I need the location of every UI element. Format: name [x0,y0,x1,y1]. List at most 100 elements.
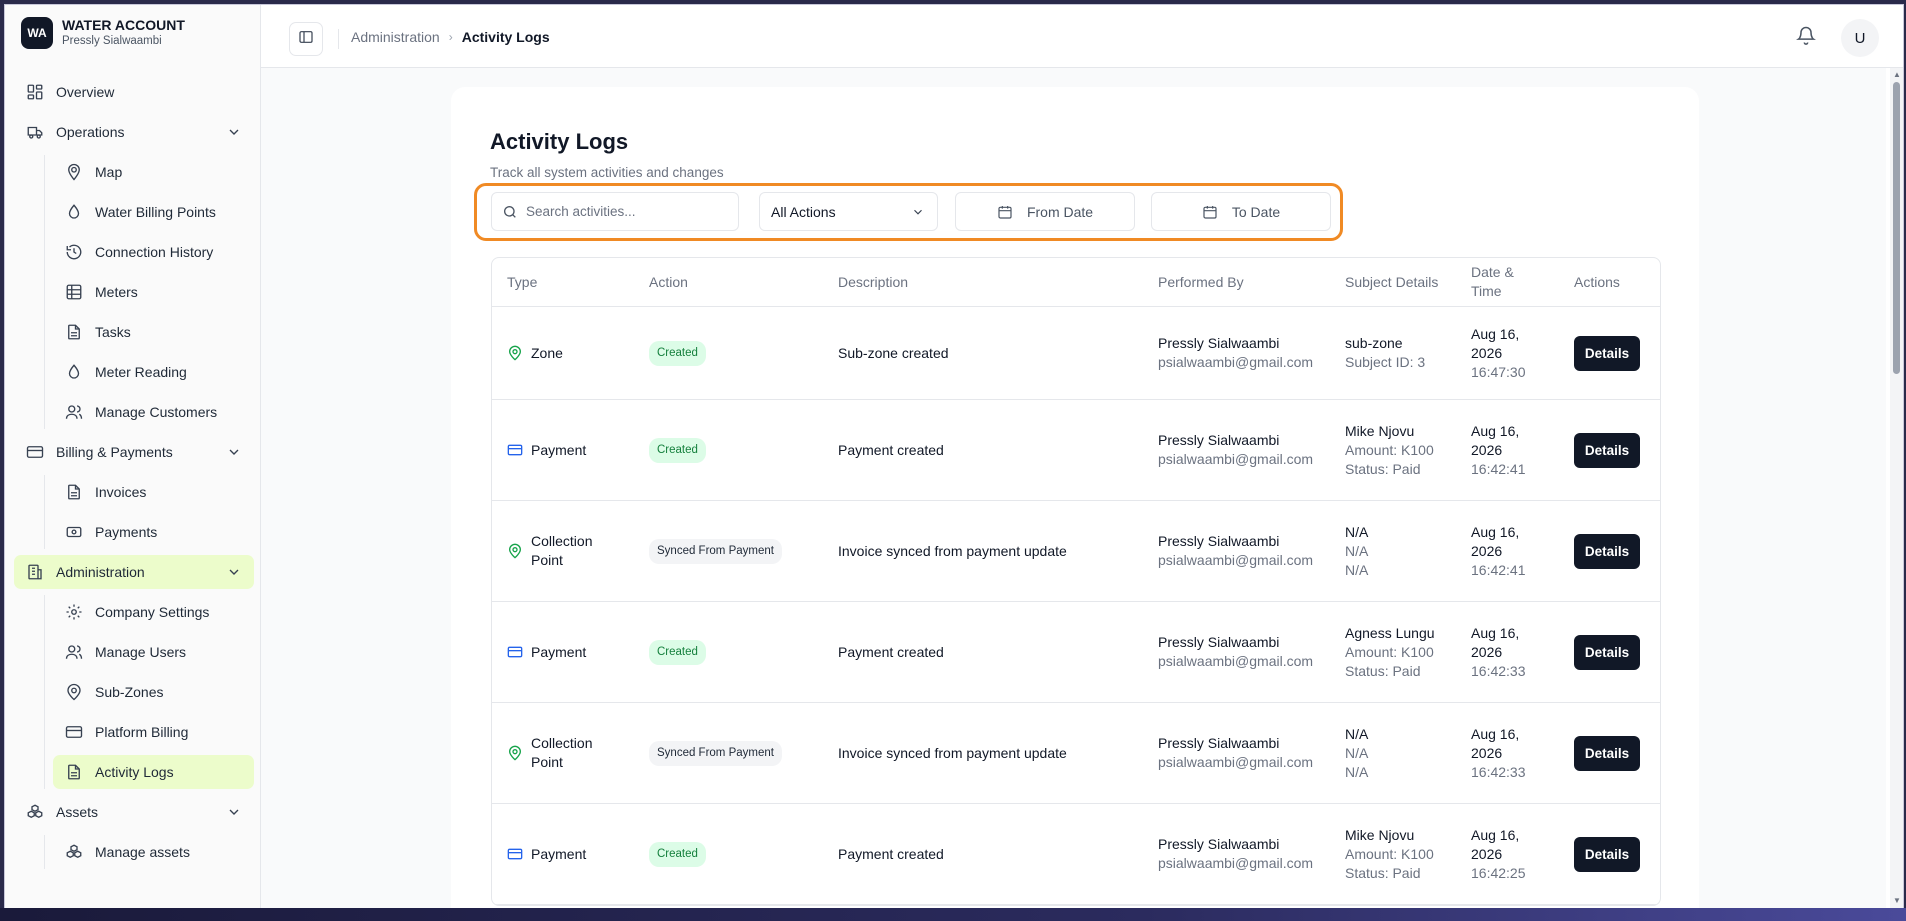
search-input[interactable] [524,203,728,220]
performer-name: Pressly Sialwaambi [1158,735,1280,751]
details-button[interactable]: Details [1574,836,1640,872]
sidebar-item-manage-customers[interactable]: Manage Customers [53,395,254,429]
details-button[interactable]: Details [1574,533,1640,569]
actions-cell: Details [1559,803,1660,905]
sidebar-item-payments[interactable]: Payments [53,515,254,549]
action-cell: Created [634,306,823,400]
scroll-down-icon[interactable]: ▼ [1893,896,1901,905]
performed-by-cell: Pressly Sialwaambi psialwaambi@gmail.com [1143,601,1330,703]
breadcrumb-parent[interactable]: Administration [351,29,440,45]
sidebar-group-operations[interactable]: Operations [14,115,254,149]
file-text-icon [65,323,83,341]
action-filter-select[interactable]: All Actions [759,192,938,231]
credit-card-icon [507,846,523,862]
sidebar-item-connection-history[interactable]: Connection History [53,235,254,269]
table-body: Zone Created Sub-zone created Pressly Sialw… [492,306,1660,905]
details-button[interactable]: Details [1574,634,1640,670]
datetime-cell: Aug 16, 2026 16:42:33 [1456,702,1559,804]
sidebar-item-sub-zones[interactable]: Sub-Zones [53,675,254,709]
droplet-icon [65,363,83,381]
banknote-icon [65,523,83,541]
boxes-icon [65,843,83,861]
activity-table: Type Action Description Performed By Sub… [491,257,1661,906]
map-pin-user-icon [65,163,83,181]
sidebar-item-label: Platform Billing [95,724,189,740]
sidebar-group-assets[interactable]: Assets [14,795,254,829]
sidebar-item-map[interactable]: Map [53,155,254,189]
sidebar-item-meter-reading[interactable]: Meter Reading [53,355,254,389]
sidebar-item-company-settings[interactable]: Company Settings [53,595,254,629]
search-field[interactable] [491,192,739,231]
type-label: Zone [531,344,563,361]
credit-card-icon [65,723,83,741]
description-cell: Payment created [823,803,1143,905]
droplet-icon [65,203,83,221]
subject-cell: Agness Lungu Amount: K100 Status: Paid [1330,601,1456,703]
performer-email: psialwaambi@gmail.com [1158,855,1314,871]
details-button[interactable]: Details [1574,432,1640,468]
performer-name: Pressly Sialwaambi [1158,634,1280,650]
subject-detail-line: Amount: K100 [1345,441,1434,458]
table-row: Zone Created Sub-zone created Pressly Sialw… [492,306,1660,400]
type-label: Collection Point [531,735,593,770]
sidebar-item-label: Manage assets [95,844,190,860]
type-cell: Payment [492,803,634,905]
chevron-down-icon [226,804,242,820]
brand[interactable]: WA WATER ACCOUNT Pressly Sialwaambi [21,17,185,49]
subject-detail-line: N/A [1345,744,1369,761]
time-value: 16:42:33 [1471,763,1526,780]
subject-detail-line: sub-zone [1345,335,1403,351]
sidebar-nav: Overview Operations Map Water Billing Po… [14,75,254,875]
sidebar-item-invoices[interactable]: Invoices [53,475,254,509]
desktop-taskbar-edge [0,908,1906,921]
scroll-thumb[interactable] [1893,82,1900,374]
chevron-down-icon [226,564,242,580]
action-badge: Synced From Payment [649,538,782,564]
performer-email: psialwaambi@gmail.com [1158,552,1314,568]
details-button[interactable]: Details [1574,735,1640,771]
brand-user: Pressly Sialwaambi [62,35,162,47]
subject-detail-line: Subject ID: 3 [1345,354,1426,370]
administration-submenu: Company Settings Manage Users Sub-Zones … [44,595,254,789]
table-row: Payment Created Payment created Pressly Sia… [492,399,1660,501]
gear-icon [65,603,83,621]
scroll-up-icon[interactable]: ▲ [1893,70,1901,79]
table-row: Collection Point Synced From Payment Invoi… [492,702,1660,804]
datetime-cell: Aug 16, 2026 16:47:30 [1456,306,1559,400]
sidebar-group-label: Billing & Payments [56,444,173,460]
sidebar-item-meters[interactable]: Meters [53,275,254,309]
sidebar-item-label: Meters [95,284,138,300]
date-value: Aug 16, 2026 [1471,826,1520,862]
page-scrollbar[interactable]: ▲ ▼ [1890,68,1903,909]
sidebar-item-water-billing-points[interactable]: Water Billing Points [53,195,254,229]
layout-grid-icon [26,83,44,101]
sidebar-item-platform-billing[interactable]: Platform Billing [53,715,254,749]
operations-submenu: Map Water Billing Points Connection Hist… [44,155,254,429]
sidebar-item-manage-assets[interactable]: Manage assets [53,835,254,869]
subject-detail-line: Amount: K100 [1345,845,1434,862]
from-date-button[interactable]: From Date [955,192,1135,231]
sidebar-item-overview[interactable]: Overview [14,75,254,109]
sidebar-item-activity-logs[interactable]: Activity Logs [53,755,254,789]
sidebar-group-billing[interactable]: Billing & Payments [14,435,254,469]
time-value: 16:42:41 [1471,561,1526,578]
sidebar-item-label: Manage Users [95,644,187,660]
time-value: 16:42:25 [1471,864,1526,881]
to-date-button[interactable]: To Date [1151,192,1331,231]
action-badge: Synced From Payment [649,740,782,766]
page-title: Activity Logs [490,129,629,154]
breadcrumb: Administration › Activity Logs [351,29,550,45]
subject-detail-line: N/A [1345,763,1369,780]
search-icon [502,204,518,220]
sidebar-item-tasks[interactable]: Tasks [53,315,254,349]
sidebar-group-administration[interactable]: Administration [14,555,254,589]
sidebar-item-manage-users[interactable]: Manage Users [53,635,254,669]
date-value: Aug 16, 2026 [1471,624,1520,660]
sidebar-toggle-button[interactable] [289,22,323,56]
subject-detail-line: N/A [1345,542,1369,559]
chevron-right-icon: › [448,30,453,44]
bell-icon[interactable] [1796,25,1818,47]
details-button[interactable]: Details [1574,335,1640,371]
avatar[interactable]: U [1841,19,1879,57]
sidebar-item-label: Sub-Zones [95,684,164,700]
